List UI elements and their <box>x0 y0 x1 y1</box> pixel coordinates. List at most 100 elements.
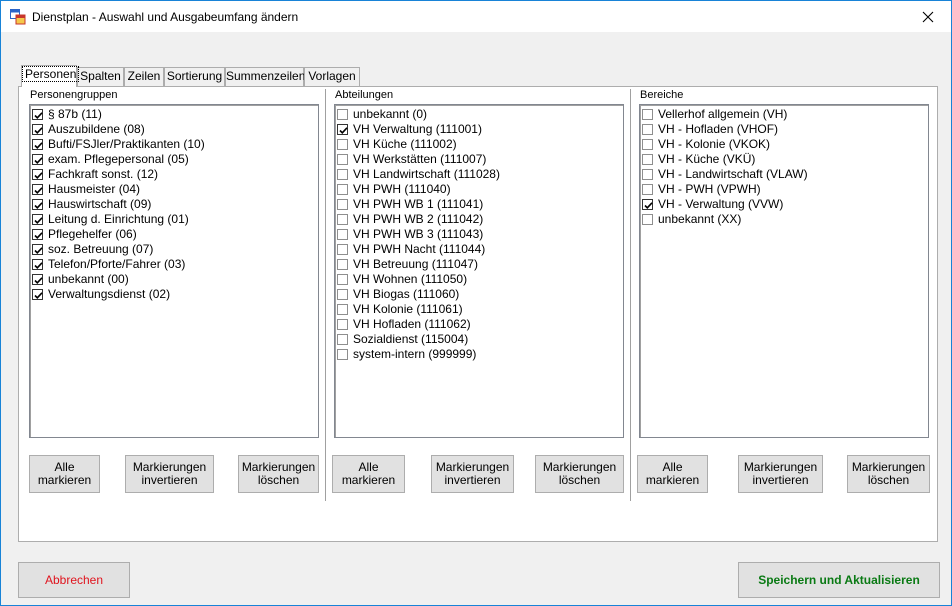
checkbox-unchecked[interactable] <box>337 229 348 240</box>
checklist-item-label: VH PWH WB 1 (111041) <box>353 197 484 211</box>
checkbox-unchecked[interactable] <box>337 319 348 330</box>
checkbox-unchecked[interactable] <box>337 169 348 180</box>
checklist-item-label: VH Wohnen (111050) <box>353 272 468 286</box>
checkbox-unchecked[interactable] <box>337 304 348 315</box>
checkmark-icon <box>34 247 43 254</box>
checkbox-checked[interactable] <box>32 109 43 120</box>
checklist-item-label: Fachkraft sonst. (12) <box>48 167 159 181</box>
checkbox-unchecked[interactable] <box>337 184 348 195</box>
cancel-button-label: Abbrechen <box>44 573 104 587</box>
invert-bereiche-button[interactable]: Markierungen invertieren <box>738 455 823 493</box>
checklist-item-label: VH Betreuung (111047) <box>353 257 478 271</box>
checkmark-icon <box>34 172 43 179</box>
invert-abteilungen-button[interactable]: Markierungen invertieren <box>431 455 514 493</box>
checkbox-unchecked[interactable] <box>642 124 653 135</box>
tab-vorlagen[interactable]: Vorlagen <box>304 67 360 86</box>
save-and-update-button[interactable]: Speichern und Aktualisieren <box>738 562 940 598</box>
abteilungen-checklist[interactable]: unbekannt (0) VH Verwaltung (111001) VH Kü… <box>334 104 624 438</box>
checkmark-icon <box>34 127 43 134</box>
clear-abteilungen-button[interactable]: Markierungen löschen <box>535 455 624 493</box>
checklist-item-label: system-intern (999999) <box>353 347 477 361</box>
select-all-personengruppen-button[interactable]: Alle markieren <box>29 455 100 493</box>
checkbox-unchecked[interactable] <box>337 244 348 255</box>
column-divider <box>630 89 632 501</box>
checklist-item-label: VH Werkstätten (111007) <box>353 152 487 166</box>
checkbox-unchecked[interactable] <box>337 109 348 120</box>
checkmark-icon <box>34 232 43 239</box>
checkbox-unchecked[interactable] <box>642 169 653 180</box>
tab-zeilen[interactable]: Zeilen <box>124 67 164 86</box>
checkbox-unchecked[interactable] <box>642 139 653 150</box>
tab-personen[interactable]: Personen <box>21 65 80 87</box>
save-button-label: Speichern und Aktualisieren <box>758 573 920 587</box>
checkbox-unchecked[interactable] <box>337 334 348 345</box>
checklist-item-label: exam. Pflegepersonal (05) <box>48 152 189 166</box>
checkbox-checked[interactable] <box>32 139 43 150</box>
checkbox-unchecked[interactable] <box>642 154 653 165</box>
checkmark-icon <box>34 217 43 224</box>
checkbox-unchecked[interactable] <box>337 289 348 300</box>
dialog-window: Dienstplan - Auswahl und Ausgabeumfang ä… <box>0 0 952 606</box>
checkbox-checked[interactable] <box>32 199 43 210</box>
checklist-item-label: VH Landwirtschaft (111028) <box>353 167 500 181</box>
checklist-item-label: VH - Kolonie (VKOK) <box>658 137 771 151</box>
select-all-bereiche-button[interactable]: Alle markieren <box>637 455 708 493</box>
checkbox-checked[interactable] <box>32 184 43 195</box>
checklist-item-label: VH Hofladen (111062) <box>353 317 471 331</box>
checkbox-checked[interactable] <box>337 124 348 135</box>
checklist-item-label: unbekannt (XX) <box>658 212 742 226</box>
checkbox-checked[interactable] <box>32 289 43 300</box>
checkbox-unchecked[interactable] <box>337 259 348 270</box>
invert-personengruppen-button[interactable]: Markierungen invertieren <box>125 455 214 493</box>
checkbox-checked[interactable] <box>32 259 43 270</box>
tab-sortierung[interactable]: Sortierung <box>164 67 225 86</box>
close-button[interactable] <box>905 1 951 32</box>
checkmark-icon <box>339 127 348 134</box>
checklist-item-label: VH - PWH (VPWH) <box>658 182 761 196</box>
title-bar[interactable]: Dienstplan - Auswahl und Ausgabeumfang ä… <box>1 1 951 32</box>
checkbox-unchecked[interactable] <box>642 184 653 195</box>
checkmark-icon <box>34 157 43 164</box>
checkbox-unchecked[interactable] <box>337 154 348 165</box>
tab-summenzeilen[interactable]: Summenzeilen <box>225 67 305 86</box>
checklist-item-label: VH - Hofladen (VHOF) <box>658 122 779 136</box>
checkbox-unchecked[interactable] <box>337 199 348 210</box>
checkmark-icon <box>34 292 43 299</box>
checkbox-checked[interactable] <box>32 229 43 240</box>
checkbox-checked[interactable] <box>32 154 43 165</box>
checklist-item-label: Vellerhof allgemein (VH) <box>658 107 788 121</box>
checklist-item-label: unbekannt (0) <box>353 107 428 121</box>
checkbox-unchecked[interactable] <box>642 214 653 225</box>
checklist-item-label: Hauswirtschaft (09) <box>48 197 152 211</box>
checkbox-checked[interactable] <box>32 274 43 285</box>
checklist-item-label: Telefon/Pforte/Fahrer (03) <box>48 257 186 271</box>
checklist-item-label: Auszubildene (08) <box>48 122 145 136</box>
bereiche-checklist[interactable]: Vellerhof allgemein (VH) VH - Hofladen (V… <box>639 104 929 438</box>
checklist-item-label: Hausmeister (04) <box>48 182 141 196</box>
checklist-item-label: VH - Landwirtschaft (VLAW) <box>658 167 808 181</box>
checkbox-checked[interactable] <box>32 244 43 255</box>
checkbox-unchecked[interactable] <box>337 214 348 225</box>
personengruppen-checklist[interactable]: § 87b (11) Auszubildene (08) Bufti/FSJler/… <box>29 104 319 438</box>
clear-personengruppen-button[interactable]: Markierungen löschen <box>238 455 319 493</box>
checklist-item-label: unbekannt (00) <box>48 272 129 286</box>
checkbox-unchecked[interactable] <box>642 109 653 120</box>
checkbox-checked[interactable] <box>32 124 43 135</box>
checkbox-unchecked[interactable] <box>337 139 348 150</box>
checklist-item-label: Pflegehelfer (06) <box>48 227 137 241</box>
checkmark-icon <box>34 112 43 119</box>
checkbox-checked[interactable] <box>32 169 43 180</box>
checklist-item-label: VH PWH WB 2 (111042) <box>353 212 484 226</box>
clear-bereiche-button[interactable]: Markierungen löschen <box>847 455 930 493</box>
cancel-button[interactable]: Abbrechen <box>18 562 130 598</box>
checklist-item-label: VH Küche (111002) <box>353 137 457 151</box>
checkmark-icon <box>34 277 43 284</box>
app-icon <box>10 9 26 25</box>
checkbox-unchecked[interactable] <box>337 274 348 285</box>
tab-spalten[interactable]: Spalten <box>77 67 124 86</box>
checkbox-checked[interactable] <box>642 199 653 210</box>
checkbox-checked[interactable] <box>32 214 43 225</box>
checkmark-icon <box>34 202 43 209</box>
checkbox-unchecked[interactable] <box>337 349 348 360</box>
select-all-abteilungen-button[interactable]: Alle markieren <box>332 455 405 493</box>
